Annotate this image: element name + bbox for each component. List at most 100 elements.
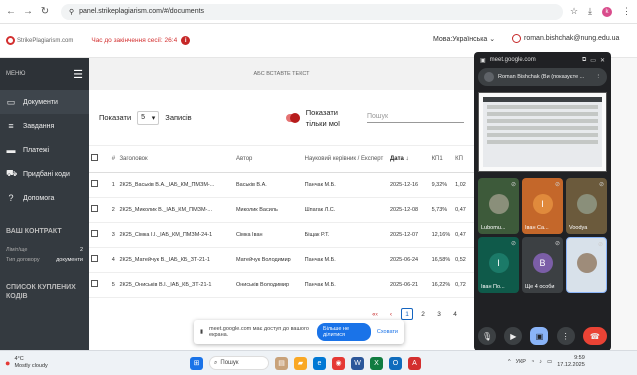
page-3-button[interactable]: 3 [433, 308, 445, 320]
only-mine-label: Показати тільки мої [305, 107, 341, 128]
sidebar-item-codes[interactable]: ⛟ Придбані коди [0, 162, 89, 186]
logo[interactable]: StrikePlagiarism.com [6, 36, 73, 45]
table-row[interactable]: 5 2К25_Ониськів В.І._ІАБ_КБ_ЗТ-21-1 Ониськ… [89, 272, 474, 298]
page-4-button[interactable]: 4 [449, 308, 461, 320]
row-title: 2К25_Васьків В.А._ІАБ_КМ_ПМЗМ-... [117, 172, 234, 198]
checkbox-cell[interactable] [89, 247, 110, 273]
page-2-button[interactable]: 2 [417, 308, 429, 320]
windows-start-icon[interactable]: ⊞ [190, 356, 203, 370]
weather-icon: ● [5, 358, 11, 368]
tray-chevron-icon[interactable]: ^ [508, 359, 511, 365]
page-scrollbar[interactable] [611, 58, 637, 350]
checkbox-cell[interactable] [89, 222, 110, 248]
checkbox[interactable] [91, 280, 98, 287]
system-tray: ^ УКР ◔ ♪ ▭ 9:59 17.12.2025 [508, 355, 585, 369]
column-header-date[interactable]: Дата ↓ [387, 146, 430, 173]
back-to-tab-icon[interactable]: ⧉ [582, 57, 586, 64]
first-page-button[interactable]: «‹ [369, 308, 381, 320]
close-icon[interactable]: ✕ [600, 57, 605, 64]
chrome-icon[interactable]: ◉ [332, 356, 345, 370]
file-explorer-icon[interactable]: ▰ [294, 356, 307, 370]
battery-icon[interactable]: ▭ [547, 359, 552, 365]
pdf-icon[interactable]: A [408, 356, 421, 370]
edge-icon[interactable]: e [313, 356, 326, 370]
taskbar-search[interactable]: ⌕ Пошук [209, 356, 269, 370]
info-icon[interactable]: i [181, 36, 191, 45]
contract-row-label: Ліміт/ще [6, 247, 28, 253]
leave-call-icon[interactable]: ☎ [582, 327, 607, 345]
table-row[interactable]: 4 2К25_Матейчук В._ІАБ_КБ_ЗТ-21-1 Матейчук… [89, 247, 474, 273]
participant-tile[interactable]: ⊘ [566, 237, 607, 293]
more-vert-icon[interactable]: ⋮ [596, 74, 602, 80]
camera-icon[interactable]: ▶ [504, 327, 523, 345]
page-size-select[interactable]: 5 ▾ [137, 110, 160, 125]
download-icon[interactable]: ⤓ [588, 6, 592, 17]
sidebar-item-tasks[interactable]: ≡ Завдання [0, 114, 89, 138]
back-icon[interactable]: ← [6, 6, 16, 17]
wifi-icon[interactable]: ◔ [531, 359, 534, 365]
hide-notice-link[interactable]: Сховати [377, 329, 398, 335]
table-row[interactable]: 3 2К25_Сімка І.І._ІАБ_КМ_ПМЗМ-24-1 Сімка І… [89, 222, 474, 248]
sidebar-item-payments[interactable]: ▬ Платежі [0, 138, 89, 162]
participant-tile[interactable]: ⊘ В Ще 4 особи [522, 237, 563, 293]
excel-icon[interactable]: X [370, 356, 383, 370]
participant-tile[interactable]: ⊘ Voodya [566, 178, 607, 234]
table-row[interactable]: 1 2К25_Васьків В.А._ІАБ_КМ_ПМЗМ-... Ваські… [89, 172, 474, 198]
address-bar[interactable]: ⚲ panel.strikeplagiarism.com/#/documents [61, 3, 563, 20]
row-number: 3 [109, 222, 118, 248]
mic-icon[interactable]: 🎙 [478, 327, 497, 345]
participant-name: Ще 4 особи [525, 284, 555, 290]
word-icon[interactable]: W [351, 356, 364, 370]
outlook-icon[interactable]: O [389, 356, 402, 370]
more-options-icon[interactable]: ⋮ [556, 327, 575, 345]
reload-icon[interactable]: ↻ [40, 6, 50, 17]
only-mine-toggle[interactable] [285, 112, 300, 123]
participant-tile[interactable]: ⊘ Lubomu... [478, 178, 519, 234]
checkbox-cell[interactable] [89, 172, 110, 198]
present-screen-icon[interactable]: ▣ [530, 327, 549, 345]
mic-off-icon: ⊘ [597, 242, 603, 248]
checkbox[interactable] [91, 154, 98, 162]
participant-tile[interactable]: ⊘ І Іван Сa... [522, 178, 563, 234]
prev-page-button[interactable]: ‹ [385, 308, 397, 320]
checkbox-cell[interactable] [89, 197, 110, 223]
site-info-icon[interactable]: ⚲ [69, 8, 74, 16]
mic-off-icon: ⊘ [598, 182, 604, 188]
input-language[interactable]: УКР [516, 359, 526, 365]
stop-sharing-button[interactable]: Більше не ділитися [317, 323, 371, 341]
page-1-button[interactable]: 1 [401, 308, 413, 320]
column-header-label: Дата [389, 155, 404, 162]
volume-icon[interactable]: ♪ [539, 359, 542, 365]
session-timer: Час до закінчення сесії: 26:4 i [91, 36, 191, 45]
column-header[interactable]: Автор [233, 146, 303, 173]
checkbox-cell[interactable] [89, 272, 110, 298]
column-header[interactable]: КП [453, 146, 474, 173]
screen-share-notice: ▮ meet.google.com має доступ до вашого е… [194, 320, 404, 344]
checkbox[interactable] [91, 205, 98, 212]
weather-widget[interactable]: 4°C Mostly cloudy [14, 356, 47, 370]
user-menu[interactable]: roman.bishchak@nung.edu.ua [512, 34, 619, 43]
column-header[interactable]: Заголовок [117, 146, 234, 173]
row-kp1: 9,32% [429, 172, 454, 198]
column-header[interactable]: Науковий керівник / Експерт [302, 146, 388, 173]
language-selector[interactable]: Мова:Українська ⌄ [433, 35, 495, 43]
column-header[interactable]: КП1 [429, 146, 454, 173]
checkbox[interactable] [91, 255, 98, 262]
table-row[interactable]: 2 2К25_Миколик В._ІАБ_КМ_ПМЗМ-... Миколик … [89, 197, 474, 223]
hamburger-icon[interactable]: ☰ [73, 68, 83, 81]
task-view-icon[interactable]: ▤ [275, 356, 288, 370]
sidebar-item-help[interactable]: ? Допомога [0, 186, 89, 210]
bookmark-star-icon[interactable]: ☆ [570, 6, 578, 17]
checkbox[interactable] [91, 230, 98, 237]
profile-avatar[interactable]: k [602, 6, 612, 17]
notice-text: meet.google.com має доступ до вашого екр… [209, 326, 309, 338]
menu-dots-icon[interactable]: ⋮ [622, 6, 631, 17]
clock[interactable]: 9:59 17.12.2025 [557, 355, 585, 369]
checkbox[interactable] [91, 180, 98, 187]
forward-icon[interactable]: → [23, 6, 33, 17]
pip-icon[interactable]: ▭ [590, 57, 596, 64]
search-input[interactable]: Пошук [366, 113, 465, 123]
participant-tile[interactable]: ⊘ І Іван По... [478, 237, 519, 293]
select-all-cell[interactable] [89, 146, 110, 173]
sidebar-item-documents[interactable]: ▭ Документи [0, 90, 89, 114]
